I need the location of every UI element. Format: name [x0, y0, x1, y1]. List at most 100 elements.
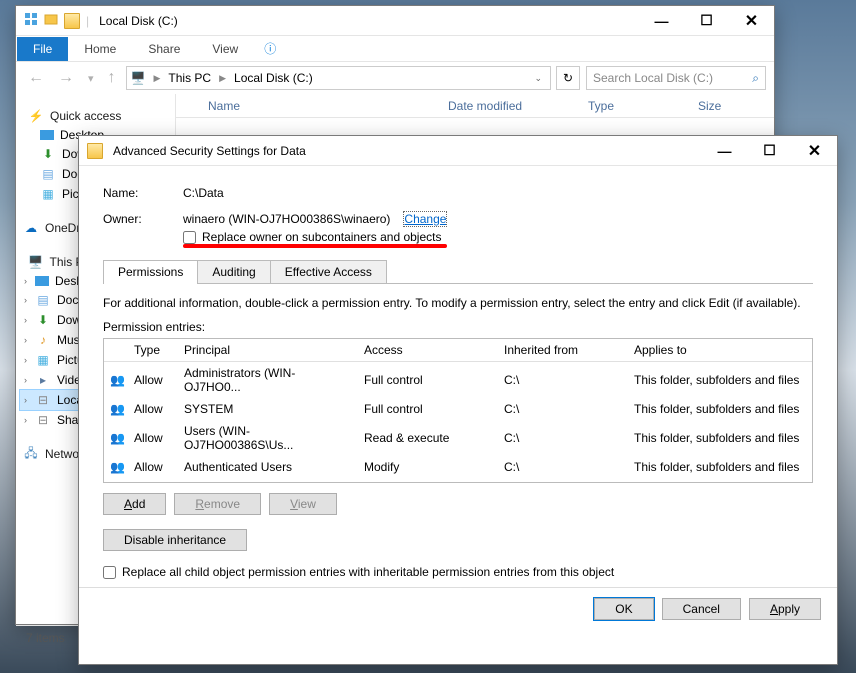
- back-button[interactable]: ←: [24, 67, 48, 89]
- up-button[interactable]: ↑: [104, 67, 120, 89]
- window-title: Local Disk (C:): [99, 14, 178, 28]
- permission-row[interactable]: 👥AllowAuthenticated UsersModifyC:\This f…: [104, 456, 812, 478]
- users-icon: 👥: [110, 431, 125, 445]
- tab-effective-access[interactable]: Effective Access: [270, 260, 387, 283]
- new-folder-icon[interactable]: [44, 12, 58, 29]
- col-inherited[interactable]: Inherited from: [498, 339, 628, 361]
- properties-icon[interactable]: [24, 12, 38, 29]
- breadcrumb-root[interactable]: This PC: [168, 71, 211, 85]
- pc-icon: 🖥️: [131, 71, 146, 85]
- cancel-button[interactable]: Cancel: [662, 598, 741, 620]
- tab-auditing[interactable]: Auditing: [197, 260, 270, 283]
- security-dialog: Advanced Security Settings for Data — ☐ …: [78, 135, 838, 665]
- search-icon[interactable]: ⌕: [752, 71, 759, 86]
- row-access: Read & execute: [358, 427, 498, 449]
- chevron-right-icon[interactable]: ›: [24, 375, 27, 385]
- desktop-icon: [40, 130, 54, 140]
- chevron-right-icon[interactable]: ›: [24, 335, 27, 345]
- tab-share[interactable]: Share: [132, 37, 196, 61]
- row-inherited: C:\: [498, 427, 628, 449]
- permission-row[interactable]: 👥AllowAdministrators (WIN-OJ7HO0...Full …: [104, 362, 812, 398]
- col-access[interactable]: Access: [358, 339, 498, 361]
- ok-button[interactable]: OK: [594, 598, 653, 620]
- row-access: Full control: [358, 369, 498, 391]
- row-inherited: C:\: [498, 398, 628, 420]
- chevron-right-icon[interactable]: ›: [24, 395, 27, 405]
- chevron-right-icon[interactable]: ›: [24, 276, 27, 286]
- tab-permissions[interactable]: Permissions: [103, 260, 198, 283]
- col-applies[interactable]: Applies to: [628, 339, 812, 361]
- chevron-right-icon[interactable]: ▶: [153, 73, 160, 84]
- row-access: Modify: [358, 456, 498, 478]
- help-icon[interactable]: ⓘ: [254, 40, 286, 57]
- users-icon: 👥: [110, 460, 125, 474]
- tab-view[interactable]: View: [196, 37, 254, 61]
- close-button[interactable]: ✕: [792, 136, 837, 166]
- search-placeholder: Search Local Disk (C:): [593, 71, 713, 85]
- folder-icon: [64, 13, 80, 29]
- users-icon: 👥: [110, 402, 125, 416]
- row-applies: This folder, subfolders and files: [628, 456, 812, 478]
- minimize-button[interactable]: —: [702, 136, 747, 166]
- row-principal: SYSTEM: [178, 398, 358, 420]
- column-name[interactable]: Name: [200, 99, 440, 113]
- disable-inheritance-button[interactable]: Disable inheritance: [103, 529, 247, 551]
- close-button[interactable]: ✕: [729, 6, 774, 36]
- forward-button[interactable]: →: [54, 67, 78, 89]
- tab-file[interactable]: File: [17, 37, 68, 61]
- downloads-icon: ⬇: [35, 312, 51, 328]
- replace-owner-label: Replace owner on subcontainers and objec…: [202, 230, 441, 244]
- column-type[interactable]: Type: [580, 99, 690, 113]
- col-type[interactable]: Type: [128, 339, 178, 361]
- row-type: Allow: [128, 456, 178, 478]
- desktop-icon: [35, 276, 49, 286]
- chevron-right-icon[interactable]: ›: [24, 355, 27, 365]
- qat-divider: |: [86, 14, 89, 28]
- owner-label: Owner:: [103, 212, 183, 226]
- breadcrumb-current[interactable]: Local Disk (C:): [234, 71, 313, 85]
- chevron-right-icon[interactable]: ›: [24, 415, 27, 425]
- replace-child-checkbox[interactable]: [103, 566, 116, 579]
- add-button[interactable]: Add: [103, 493, 166, 515]
- minimize-button[interactable]: —: [639, 6, 684, 36]
- col-principal[interactable]: Principal: [178, 339, 358, 361]
- quick-access-header[interactable]: ⚡Quick access: [20, 106, 171, 126]
- chevron-right-icon[interactable]: ›: [24, 315, 27, 325]
- row-principal: Users (WIN-OJ7HO00386S\Us...: [178, 420, 358, 456]
- search-input[interactable]: Search Local Disk (C:) ⌕: [586, 66, 766, 90]
- name-value: C:\Data: [183, 186, 224, 200]
- chevron-right-icon[interactable]: ▶: [219, 73, 226, 84]
- recent-dropdown[interactable]: ▾: [84, 70, 98, 87]
- refresh-button[interactable]: ↻: [556, 66, 580, 90]
- onedrive-icon: ☁: [23, 220, 39, 236]
- dialog-titlebar: Advanced Security Settings for Data — ☐ …: [79, 136, 837, 166]
- pc-icon: 🖥️: [28, 254, 44, 270]
- tab-home[interactable]: Home: [68, 37, 132, 61]
- maximize-button[interactable]: ☐: [747, 136, 792, 166]
- row-principal: Authenticated Users: [178, 456, 358, 478]
- ribbon: File Home Share View ⓘ: [16, 36, 774, 62]
- row-type: Allow: [128, 398, 178, 420]
- permission-row[interactable]: 👥AllowUsers (WIN-OJ7HO00386S\Us...Read &…: [104, 420, 812, 456]
- entries-label: Permission entries:: [103, 320, 813, 334]
- chevron-right-icon[interactable]: ›: [24, 295, 27, 305]
- column-date[interactable]: Date modified: [440, 99, 580, 113]
- breadcrumb[interactable]: 🖥️ ▶ This PC ▶ Local Disk (C:) ⌄: [126, 66, 551, 90]
- change-owner-link[interactable]: Change: [404, 212, 446, 226]
- dialog-title: Advanced Security Settings for Data: [113, 144, 306, 158]
- videos-icon: ▸: [35, 372, 51, 388]
- column-headers: Name Date modified Type Size: [176, 94, 774, 118]
- hint-text: For additional information, double-click…: [103, 296, 813, 310]
- replace-owner-checkbox[interactable]: [183, 231, 196, 244]
- folder-icon: [87, 143, 103, 159]
- explorer-titlebar: | Local Disk (C:) — ☐ ✕: [16, 6, 774, 36]
- downloads-icon: ⬇: [40, 146, 56, 162]
- permission-row[interactable]: 👥AllowSYSTEMFull controlC:\This folder, …: [104, 398, 812, 420]
- pictures-icon: ▦: [35, 352, 51, 368]
- column-size[interactable]: Size: [690, 99, 750, 113]
- row-applies: This folder, subfolders and files: [628, 369, 812, 391]
- breadcrumb-dropdown[interactable]: ⌄: [534, 73, 542, 84]
- maximize-button[interactable]: ☐: [684, 6, 729, 36]
- apply-button[interactable]: Apply: [749, 598, 821, 620]
- row-principal: Administrators (WIN-OJ7HO0...: [178, 362, 358, 398]
